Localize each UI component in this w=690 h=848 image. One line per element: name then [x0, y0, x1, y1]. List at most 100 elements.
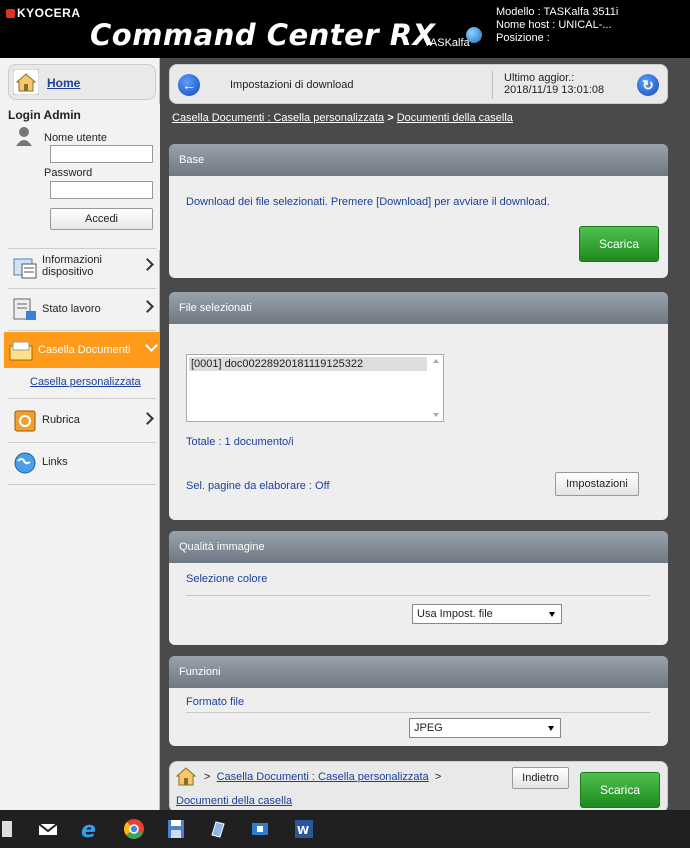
home-nav[interactable]: Home	[8, 64, 156, 100]
main-content: ← Impostazioni di download Ultimo aggior…	[160, 58, 690, 813]
sidebar-item-label: Informazioni dispositivo	[42, 254, 102, 278]
device-info-icon	[13, 258, 37, 279]
chevron-right-icon	[141, 300, 154, 313]
breadcrumb-link-documents[interactable]: Documenti della casella	[397, 112, 513, 124]
chrome-icon[interactable]	[122, 817, 146, 841]
refresh-icon[interactable]: ↻	[637, 74, 659, 96]
save-floppy-icon[interactable]	[164, 817, 188, 841]
home-link[interactable]: Home	[47, 76, 80, 90]
svg-text:W: W	[297, 824, 309, 837]
divider	[8, 398, 156, 399]
sidebar: Home Login Admin Nome utente Password Ac…	[0, 58, 160, 810]
breadcrumb: Casella Documenti : Casella personalizza…	[172, 112, 513, 124]
home-icon	[13, 69, 39, 95]
section-heading: File selezionati	[169, 292, 668, 324]
home-icon[interactable]	[174, 764, 198, 788]
breadcrumb-link-box[interactable]: Casella Documenti : Casella personalizza…	[172, 112, 384, 124]
section-selected-files: File selezionati [0001] doc0022892018111…	[169, 292, 668, 520]
dropdown-arrow-icon	[548, 726, 554, 731]
sidebar-item-label: Rubrica	[42, 414, 80, 426]
dropdown-arrow-icon	[549, 612, 555, 617]
breadcrumb-separator: >	[387, 112, 394, 124]
app-icon[interactable]	[206, 817, 230, 841]
password-field[interactable]	[50, 181, 153, 199]
footer-link-documents[interactable]: Documenti della casella	[176, 795, 292, 807]
breadcrumb-separator: >	[204, 771, 211, 783]
brand-text: KYOCERA	[17, 6, 81, 20]
select-value: JPEG	[414, 722, 443, 734]
section-heading: Base	[169, 144, 668, 176]
login-panel: Login Admin Nome utente Password Accedi	[0, 104, 160, 250]
back-arrow-icon[interactable]: ←	[178, 74, 200, 96]
divider	[186, 595, 650, 596]
divider	[8, 484, 156, 485]
host-name: Nome host : UNICAL-...	[496, 19, 612, 31]
base-description: Download dei file selezionati. Premere […	[186, 196, 550, 208]
download-button[interactable]: Scarica	[579, 226, 659, 262]
top-bar: ← Impostazioni di download Ultimo aggior…	[169, 64, 668, 104]
back-button[interactable]: Indietro	[512, 767, 569, 789]
sidebar-item-links[interactable]: Links	[8, 444, 156, 482]
sidebar-item-label: Stato lavoro	[42, 303, 101, 315]
footer-link-box[interactable]: Casella Documenti : Casella personalizza…	[217, 771, 429, 783]
page-title: Impostazioni di download	[230, 79, 354, 91]
section-heading: Funzioni	[169, 656, 668, 688]
breadcrumb-separator: >	[434, 771, 442, 783]
login-title: Login Admin	[8, 108, 81, 122]
section-heading: Qualità immagine	[169, 531, 668, 563]
job-status-icon	[13, 298, 36, 320]
header: KYOCERA Command Center RX TASKalfa Model…	[0, 0, 690, 58]
scroll-up-icon[interactable]	[433, 359, 439, 363]
taskbar: e W	[0, 810, 690, 848]
username-label: Nome utente	[44, 132, 107, 144]
app-title: Command Center RX	[90, 18, 436, 52]
color-selection-label: Selezione colore	[186, 573, 268, 585]
file-format-label: Formato file	[186, 696, 245, 708]
sidebar-subitem-custom-box[interactable]: Casella personalizzata	[30, 376, 141, 388]
internet-explorer-icon[interactable]: e	[78, 817, 102, 841]
total-documents: Totale : 1 documento/i	[186, 436, 294, 448]
settings-button[interactable]: Impostazioni	[555, 472, 639, 496]
file-format-dropdown[interactable]: JPEG	[409, 718, 561, 738]
sidebar-item-document-box[interactable]: Casella Documenti	[4, 332, 160, 368]
word-icon[interactable]: W	[292, 817, 316, 841]
sidebar-item-device-info[interactable]: Informazioni dispositivo	[8, 248, 156, 286]
login-button[interactable]: Accedi	[50, 208, 153, 230]
page-selection: Sel. pagine da elaborare : Off	[186, 480, 330, 492]
sidebar-item-address-book[interactable]: Rubrica	[8, 402, 156, 440]
color-selection-dropdown[interactable]: Usa Impost. file	[412, 604, 562, 624]
username-field[interactable]	[50, 145, 153, 163]
address-book-icon	[14, 410, 36, 432]
globe-icon	[466, 27, 482, 43]
sidebar-item-label: Casella Documenti	[38, 344, 131, 356]
sidebar-item-label: Links	[42, 456, 68, 468]
document-box-icon	[9, 341, 33, 361]
app-icon[interactable]	[0, 817, 18, 841]
scroll-down-icon[interactable]	[433, 413, 439, 417]
select-value: Usa Impost. file	[417, 608, 493, 620]
sidebar-item-job-status[interactable]: Stato lavoro	[8, 290, 156, 328]
last-update-value: 2018/11/19 13:01:08	[504, 84, 605, 96]
mail-icon[interactable]	[36, 817, 60, 841]
download-button-bottom[interactable]: Scarica	[580, 772, 660, 808]
outlook-icon[interactable]	[248, 817, 272, 841]
kyocera-logo-icon	[6, 9, 15, 18]
device-position: Posizione :	[496, 32, 550, 44]
product-badge: TASKalfa	[424, 37, 470, 49]
links-globe-icon	[14, 452, 36, 474]
section-image-quality: Qualità immagine Selezione colore Usa Im…	[169, 531, 668, 645]
device-model: Modello : TASKalfa 3511i	[496, 6, 619, 18]
divider	[8, 442, 156, 443]
divider	[8, 288, 156, 289]
section-base: Base Download dei file selezionati. Prem…	[169, 144, 668, 278]
svg-text:e: e	[81, 818, 96, 841]
chevron-right-icon	[141, 412, 154, 425]
list-item[interactable]: [0001] doc00228920181119125322	[189, 357, 427, 371]
last-update: Ultimo aggior.: 2018/11/19 13:01:08	[504, 72, 604, 96]
kyocera-logo: KYOCERA	[6, 6, 81, 20]
device-info: Modello : TASKalfa 3511i Nome host : UNI…	[496, 6, 618, 45]
last-update-label: Ultimo aggior.:	[504, 72, 575, 84]
chevron-down-icon	[145, 339, 158, 352]
file-listbox[interactable]: [0001] doc00228920181119125322	[186, 354, 444, 422]
section-functions: Funzioni Formato file JPEG	[169, 656, 668, 746]
